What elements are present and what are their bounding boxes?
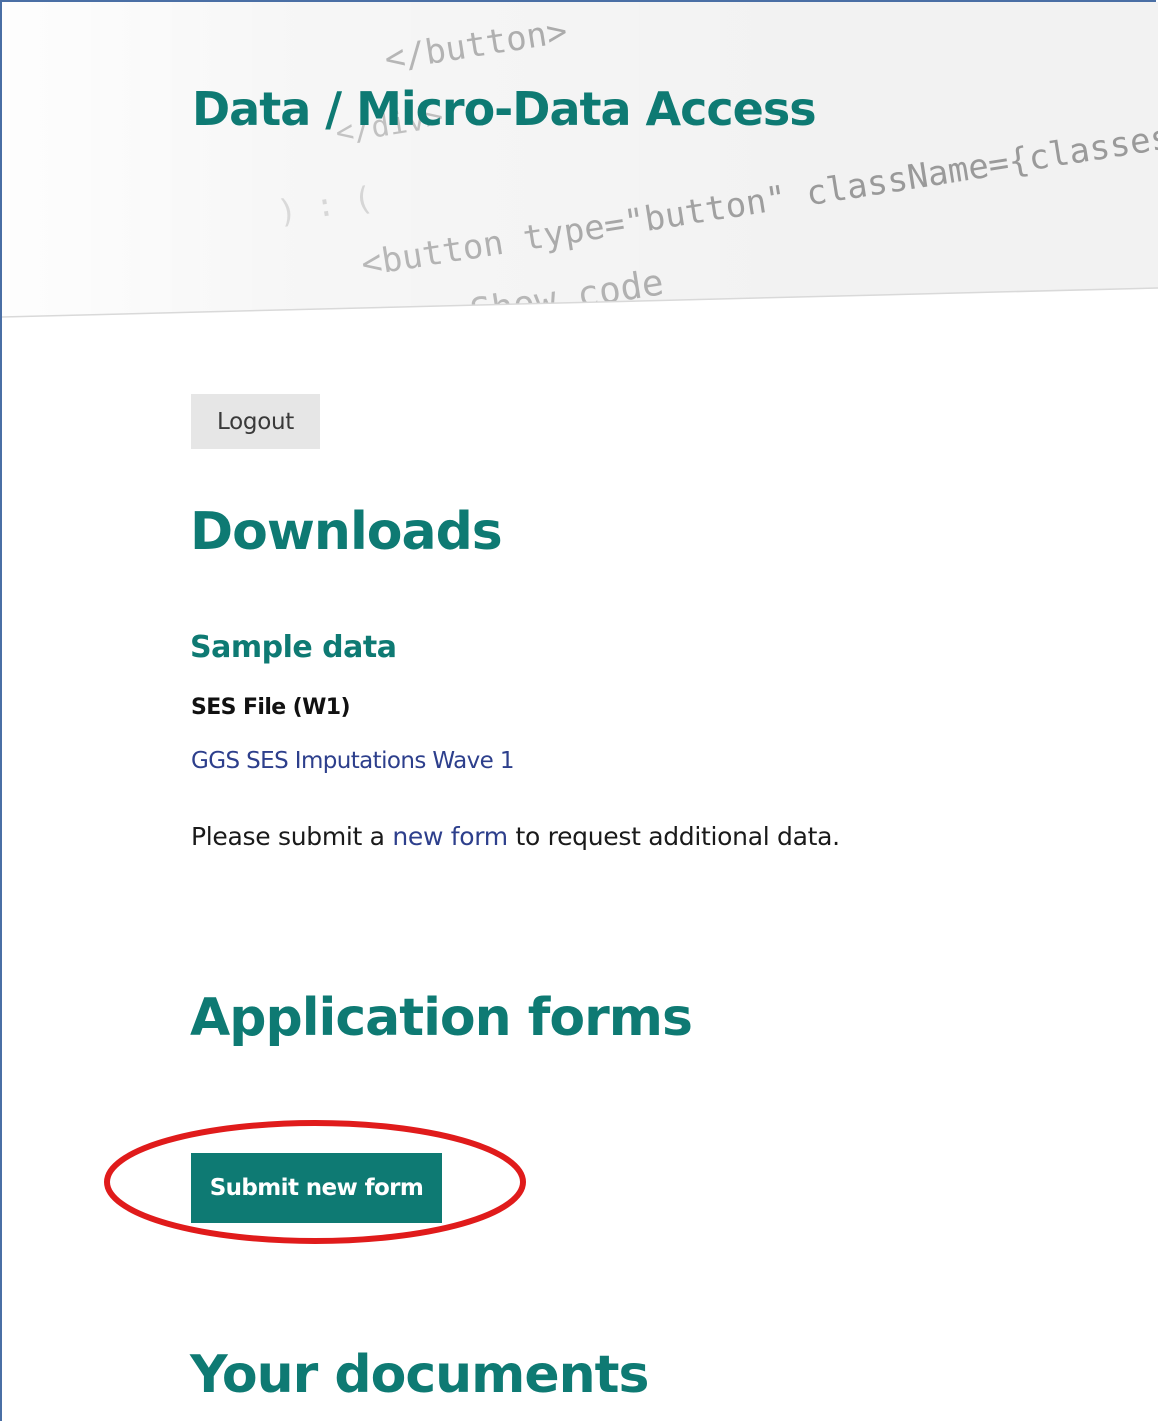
hero-banner: </button> </div> ) : ( <button type="but…	[2, 2, 1158, 320]
sample-data-heading: Sample data	[190, 630, 397, 665]
code-background-decoration: </button> </div> ) : ( <button type="but…	[2, 2, 1158, 320]
logout-button[interactable]: Logout	[191, 394, 320, 449]
request-additional-data-text: Please submit a new form to request addi…	[191, 822, 840, 851]
code-line-text: </button>	[382, 11, 570, 79]
ses-imputations-link[interactable]: GGS SES Imputations Wave 1	[191, 748, 515, 774]
ses-file-label: SES File (W1)	[191, 695, 351, 720]
submit-new-form-button[interactable]: Submit new form	[191, 1153, 442, 1223]
downloads-heading: Downloads	[190, 502, 503, 562]
application-forms-heading: Application forms	[190, 988, 693, 1048]
code-line-text: Show code	[467, 262, 666, 320]
code-line-text: ) : (	[274, 179, 375, 232]
your-documents-heading: Your documents	[190, 1345, 649, 1405]
request-suffix: to request additional data.	[507, 822, 840, 851]
page-title: Data / Micro-Data Access	[192, 82, 817, 136]
request-prefix: Please submit a	[191, 822, 393, 851]
new-form-link[interactable]: new form	[392, 822, 508, 851]
